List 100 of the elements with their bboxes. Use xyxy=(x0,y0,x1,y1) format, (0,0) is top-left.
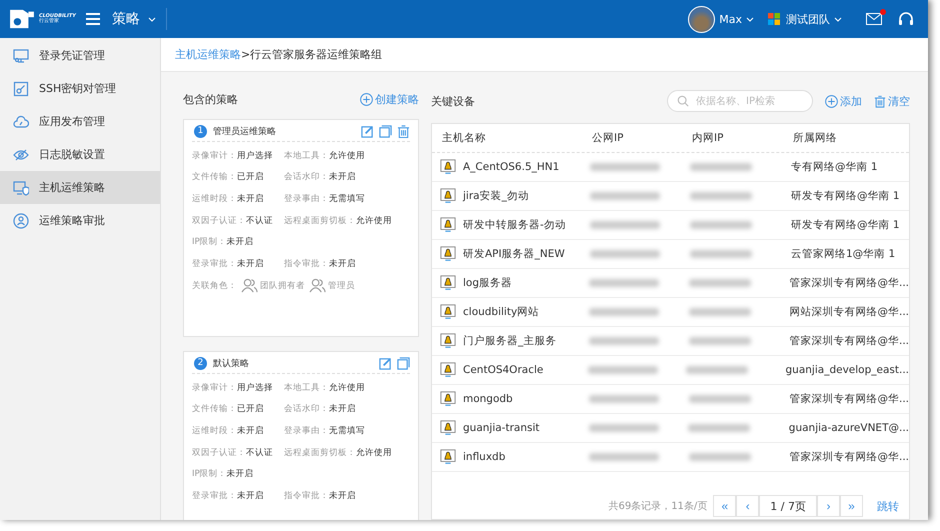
linux-server-icon xyxy=(440,304,456,320)
shield-icon xyxy=(13,180,29,196)
table-row[interactable]: CentOS4Oracle guanjia_develop_east... xyxy=(432,356,909,385)
blurred-value xyxy=(589,453,660,461)
table-cell-text: 研发专有网络@华南 1 xyxy=(791,189,901,203)
policy-setting: 文件传输：已开启 xyxy=(192,171,265,184)
mail-icon xyxy=(866,13,882,25)
chevron-down-icon xyxy=(746,16,754,22)
policy-setting: 双因子认证：不认证 xyxy=(192,214,274,227)
sidebar-item[interactable]: 登录凭证管理 xyxy=(0,39,160,72)
blurred-value xyxy=(589,279,660,287)
user-menu[interactable]: Max xyxy=(719,12,754,26)
copy-icon[interactable] xyxy=(397,356,410,370)
module-dropdown[interactable]: 策略 xyxy=(112,10,166,28)
table-row[interactable]: cloudbility网站 网站深圳专有网络@华... xyxy=(432,298,909,327)
policy-setting: 双因子认证：不认证 xyxy=(192,446,274,459)
table-cell: 研发API服务器_NEW xyxy=(463,247,565,261)
table-row[interactable]: A_CentOS6.5_HN1 专有网络@华南 1 xyxy=(432,153,909,182)
blurred-value xyxy=(590,250,660,258)
plus-circle-icon xyxy=(825,94,838,108)
role-name: 团队拥有者 xyxy=(260,280,305,292)
table-cell: 门户服务器_主服务 xyxy=(463,334,556,348)
role-name: 管理员 xyxy=(328,280,355,292)
table-cell: 管家深圳专有网络@华... xyxy=(789,334,909,348)
blurred-value xyxy=(688,337,751,345)
sidebar-item[interactable]: 主机运维策略 xyxy=(0,171,160,204)
table-cell: cloudbility网站 xyxy=(463,305,540,319)
copy-icon[interactable] xyxy=(379,124,392,138)
table-row[interactable]: jira安装_勿动 研发专有网络@华南 1 xyxy=(432,182,909,211)
table-cell: 网站深圳专有网络@华... xyxy=(789,305,909,319)
blurred-value xyxy=(589,424,660,432)
edit-icon[interactable] xyxy=(379,356,392,370)
table-cell: 管家深圳专有网络@华... xyxy=(789,276,909,290)
plus-circle-icon xyxy=(360,92,373,106)
policy-setting: 登录事由：无需填写 xyxy=(284,192,365,205)
blurred-value xyxy=(589,337,660,345)
policy-setting: IP限制：未开启 xyxy=(192,236,255,248)
policy-setting: 录像审计：用户选择 xyxy=(192,382,274,394)
sidebar-item[interactable]: 运维策略审批 xyxy=(0,204,160,237)
search-field[interactable]: 依据名称、IP检索 xyxy=(667,90,813,112)
avatar[interactable] xyxy=(688,6,716,32)
table-row[interactable]: 门户服务器_主服务 管家深圳专有网络@华... xyxy=(432,327,909,356)
column-header: 公网IP xyxy=(592,131,624,145)
roles-label: 关联角色： xyxy=(192,280,237,292)
eye-icon xyxy=(13,146,29,162)
table-cell-text: 云管家网络1@华南 1 xyxy=(791,247,896,261)
policy-setting: 运维时段：未开启 xyxy=(192,192,265,205)
table-cell-text: 研发专有网络@华南 1 xyxy=(791,218,901,232)
table-row[interactable]: log服务器 管家深圳专有网络@华... xyxy=(432,269,909,298)
edit-icon[interactable] xyxy=(361,124,374,138)
table-row[interactable]: 研发API服务器_NEW 云管家网络1@华南 1 xyxy=(432,240,909,269)
table-row[interactable]: mongodb 管家深圳专有网络@华... xyxy=(432,385,909,414)
policy-setting: 运维时段：未开启 xyxy=(192,424,265,437)
blurred-value xyxy=(688,424,750,432)
policy-setting: 登录事由：无需填写 xyxy=(284,424,365,437)
key-icon xyxy=(13,80,29,96)
blurred-value xyxy=(690,192,752,200)
sidebar-item[interactable]: SSH密钥对管理 xyxy=(0,72,160,105)
table-cell: A_CentOS6.5_HN1 xyxy=(463,161,560,173)
menu-icon[interactable] xyxy=(86,13,100,25)
table-row[interactable]: 研发中转服务器-勿动 研发专有网络@华南 1 xyxy=(432,211,909,240)
blurred-value xyxy=(589,308,660,316)
table-cell: guanjia-transit xyxy=(463,422,540,434)
blurred-value xyxy=(690,221,752,229)
table-cell: 管家深圳专有网络@华... xyxy=(789,392,909,406)
linux-server-icon xyxy=(440,246,456,262)
policy-name: 管理员运维策略 xyxy=(213,126,277,138)
users-icon xyxy=(309,278,326,294)
table-cell: influxdb xyxy=(463,451,506,463)
blurred-value xyxy=(690,250,752,258)
trash-icon[interactable] xyxy=(397,124,410,138)
policy-setting: 本地工具：允许使用 xyxy=(284,150,365,162)
team-menu[interactable]: 测试团队 xyxy=(786,12,842,26)
policy-name: 默认策略 xyxy=(213,358,250,370)
previous-page-button[interactable]: ‹ xyxy=(736,495,760,517)
blurred-value xyxy=(590,163,660,171)
table-cell-text: 专有网络@华南 1 xyxy=(791,160,879,174)
blurred-value xyxy=(588,366,658,374)
users-icon xyxy=(241,278,258,294)
section-title: 关键设备 xyxy=(431,94,476,108)
table-cell: mongodb xyxy=(463,393,513,405)
column-header: 主机名称 xyxy=(441,131,487,145)
table-cell: CentOS4Oracle xyxy=(463,364,544,376)
table-cell: log服务器 xyxy=(463,276,512,290)
blurred-value xyxy=(589,395,660,403)
table-cell: jira安装_勿动 xyxy=(463,189,529,203)
cloud-icon xyxy=(13,114,29,130)
sidebar-item[interactable]: 应用发布管理 xyxy=(0,105,160,138)
linux-server-icon xyxy=(440,362,456,378)
linux-server-icon xyxy=(440,420,456,436)
search-icon xyxy=(677,95,689,107)
table-row[interactable]: guanjia-transit guanjia-azureVNET@... xyxy=(432,414,909,443)
sidebar-item[interactable]: 日志脱敏设置 xyxy=(0,138,160,171)
policy-setting: 本地工具：允许使用 xyxy=(284,382,365,394)
blurred-value xyxy=(590,221,660,229)
column-header: 所属网络 xyxy=(793,131,838,145)
policy-setting: 指令审批：未开启 xyxy=(284,258,356,270)
table-row[interactable]: influxdb 管家深圳专有网络@华... xyxy=(432,443,909,472)
table-cell: guanjia_develop_east... xyxy=(786,364,909,376)
headset-icon[interactable] xyxy=(898,11,914,27)
